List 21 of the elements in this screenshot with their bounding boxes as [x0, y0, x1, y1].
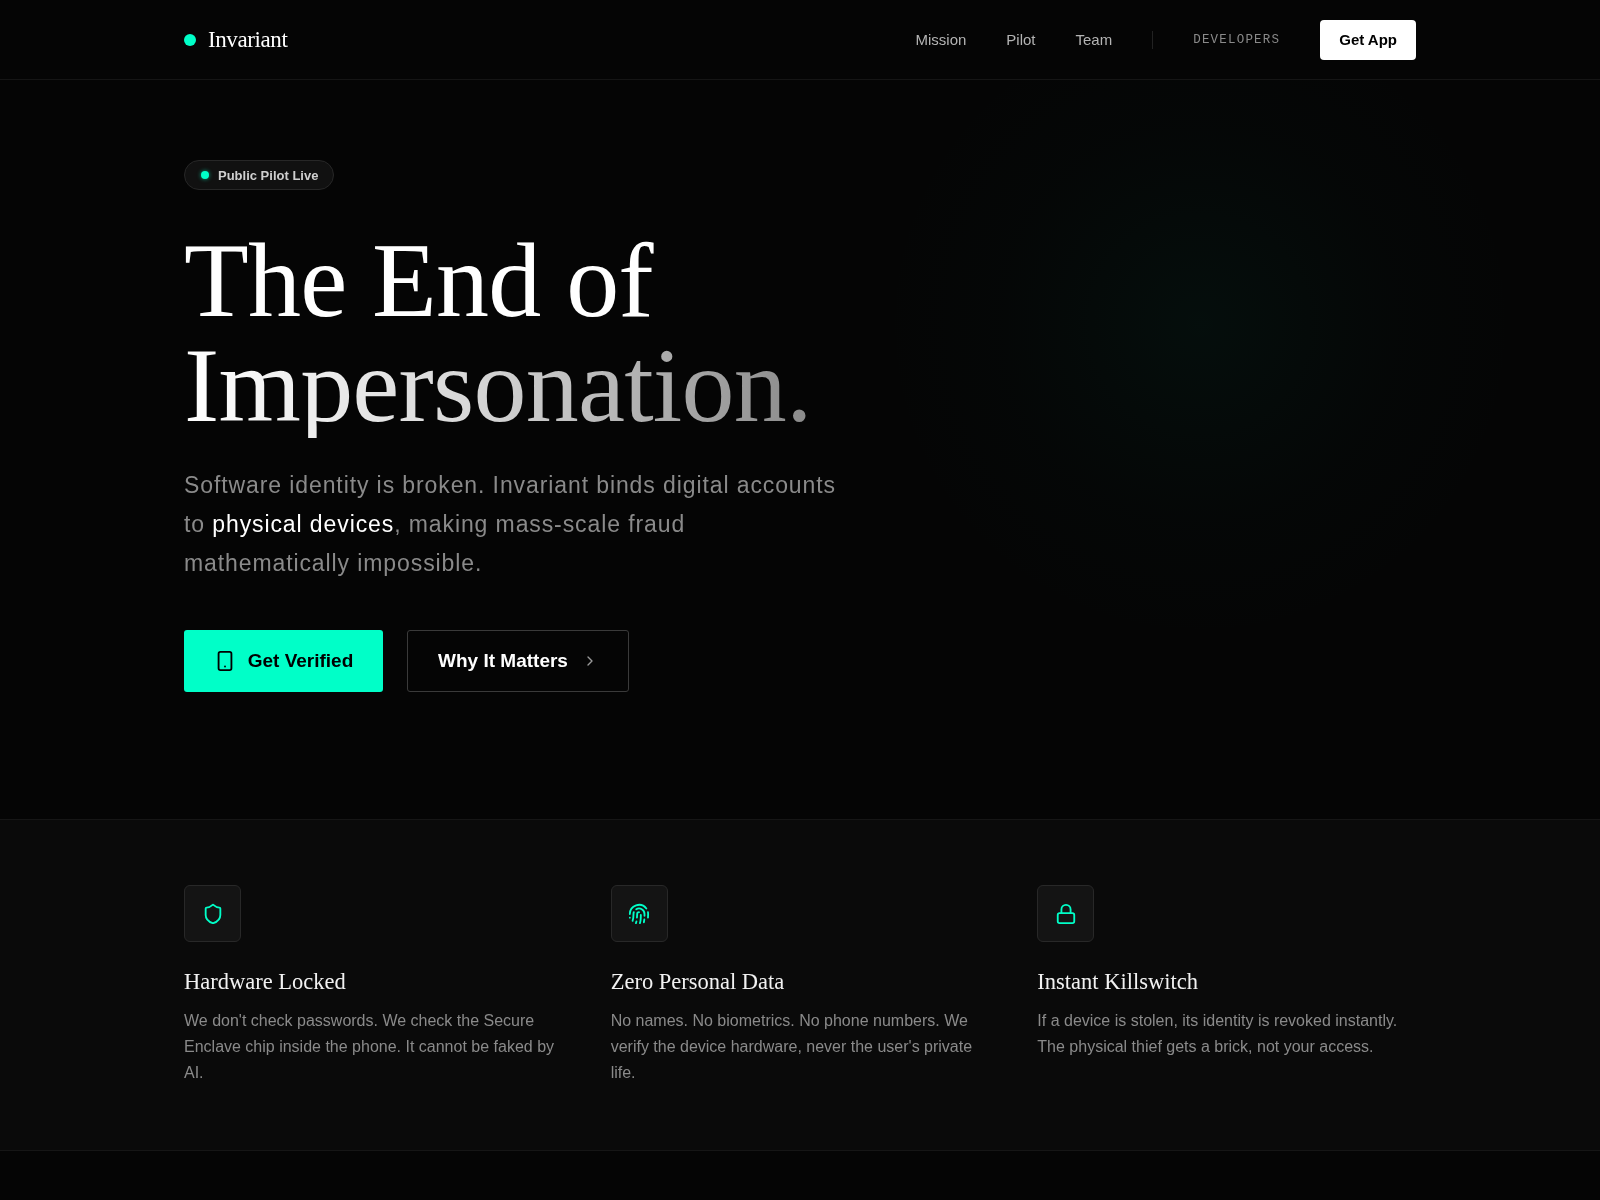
dot-icon	[184, 33, 196, 46]
feature-description: We don't check passwords. We check the Secure Enclave chip inside the phone. It cannot be faked by AI.	[184, 1011, 556, 1083]
fingerprint-icon	[610, 885, 668, 942]
logo-text[interactable]: Invariant	[208, 26, 288, 53]
nav-link[interactable]: Pilot	[1006, 31, 1036, 48]
nav-link[interactable]: Team	[1075, 31, 1113, 48]
badge-label: Public Pilot Live	[218, 167, 319, 183]
feature-description: If a device is stolen, its identity is revoked instantly. The physical thief gets a brick, not your access.	[1037, 1011, 1399, 1057]
shield-icon	[184, 885, 241, 942]
feature-title: Zero Personal Data	[610, 969, 785, 995]
hero-subtitle: Software identity is broken. Invariant binds digital accounts to physical devices, making mass-scale fraud mathematically impossible.	[184, 471, 837, 578]
get-app-button[interactable]: Get App	[1320, 19, 1416, 60]
developers-link[interactable]: DEVELOPERS	[1193, 32, 1281, 47]
feature-title: Instant Killswitch	[1037, 969, 1198, 995]
feature-title: Hardware Locked	[184, 969, 346, 995]
lock-icon	[1037, 885, 1095, 942]
dot-icon	[201, 171, 209, 179]
nav-link[interactable]: Mission	[915, 31, 967, 48]
feature-description: No names. No biometrics. No phone numbers. We verify the device hardware, never the user's private life.	[610, 1011, 974, 1083]
get-verified-button[interactable]: Get Verified	[184, 630, 383, 692]
why-it-matters-button[interactable]: Why It Matters	[407, 630, 629, 692]
